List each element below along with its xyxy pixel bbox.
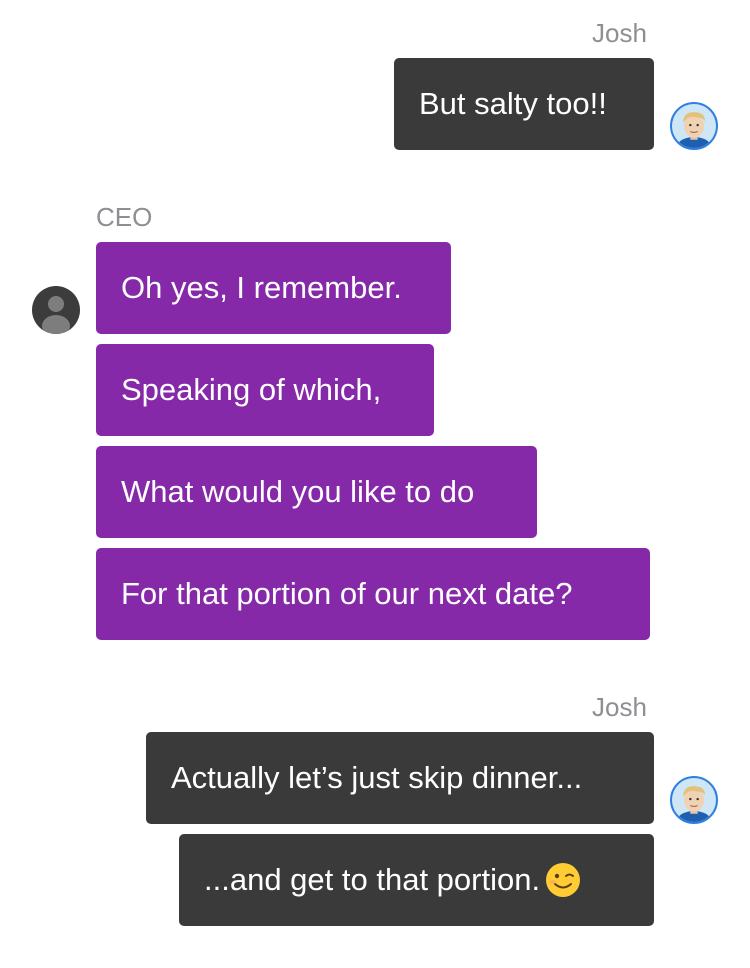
message-text: What would you like to do [121,474,475,509]
message-text: Actually let’s just skip dinner... [171,760,583,795]
message-text: ...and get to that portion. [204,862,541,897]
message-bubble[interactable]: Oh yes, I remember. [96,242,451,334]
message-text: Oh yes, I remember. [121,270,402,305]
message-bubble[interactable]: But salty too!! [394,58,654,150]
message-bubble[interactable]: Speaking of which, [96,344,434,436]
sender-name-ceo: CEO [96,202,153,232]
message-bubble[interactable]: ...and get to that portion. [179,834,654,926]
josh-avatar-icon[interactable] [670,102,718,150]
winking-face-emoji-icon [544,861,582,899]
message-bubble[interactable]: Actually let’s just skip dinner... [146,732,654,824]
sender-name-josh: Josh [592,18,647,48]
message-text: Speaking of which, [121,372,382,407]
message-bubble[interactable]: For that portion of our next date? [96,548,650,640]
message-text: For that portion of our next date? [121,576,573,611]
message-bubble[interactable]: What would you like to do [96,446,537,538]
sender-name-josh: Josh [592,692,647,722]
person-silhouette-icon[interactable] [32,286,80,334]
josh-avatar-icon[interactable] [670,776,718,824]
message-text: But salty too!! [419,86,607,121]
